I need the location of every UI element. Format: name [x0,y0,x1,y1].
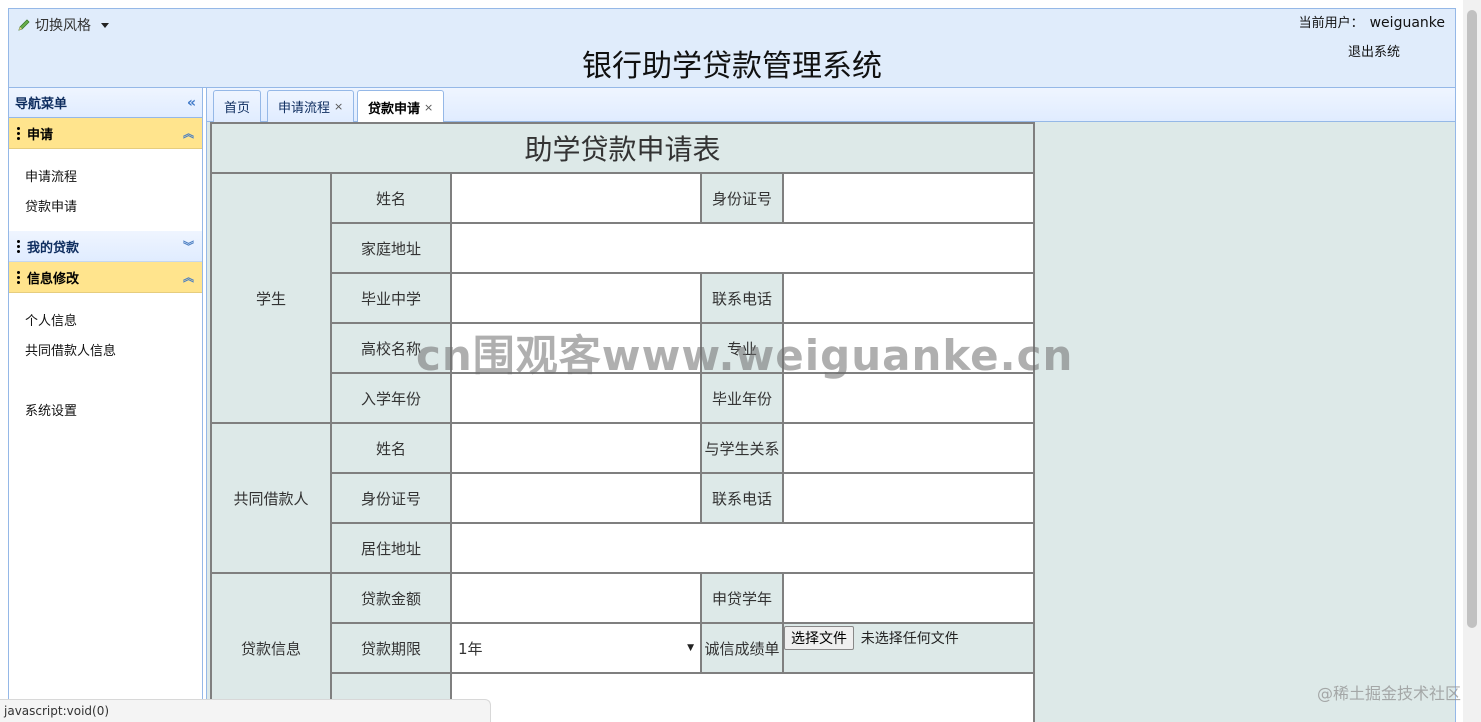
nav-header: 导航菜单 « [9,88,202,118]
tab-loan-apply[interactable]: 贷款申请 × [357,90,445,123]
expand-down-icon[interactable]: ︾ [183,238,194,254]
student-phone-input[interactable] [781,272,1036,324]
accordion-header-my-loans[interactable]: 我的贷款 ︾ [9,231,202,262]
group-label-co-borrower: 共同借款人 [210,422,332,574]
accordion-title: 申请 [27,127,54,143]
enroll-year-input[interactable] [450,372,702,424]
grad-year-input[interactable] [781,372,1036,424]
sidebar-item-system-settings[interactable]: 系统设置 [25,397,202,427]
college-input[interactable] [450,322,702,374]
major-input[interactable] [781,322,1036,374]
menu-dots-icon [17,126,21,140]
browser-status-bar: javascript:void(0) [0,699,491,722]
scrollbar-thumb[interactable] [1467,10,1477,628]
sidebar-item-co-borrower-info[interactable]: 共同借款人信息 [25,337,202,367]
close-icon[interactable]: × [334,100,343,113]
field-label: 申贷学年 [700,572,784,624]
home-address-input[interactable] [449,222,1036,274]
field-label: 贷款期限 [330,622,452,674]
field-label: 与学生关系 [700,422,784,474]
nav-title: 导航菜单 [15,97,68,112]
co-borrower-name-input[interactable] [450,422,702,474]
tab-bar: 首页 申请流程 × 贷款申请 × [207,88,1455,123]
field-label: 高校名称 [330,322,452,374]
sidebar: 导航菜单 « 申请 ︽ 申请流程 贷款申请 我的贷款 ︾ 信息修改 ︽ 个人信息… [8,88,203,722]
accordion-body-info-edit: 个人信息 共同借款人信息 系统设置 [9,293,202,435]
field-label: 专业 [700,322,784,374]
caret-down-icon [101,22,109,28]
file-status: 未选择任何文件 [860,631,959,647]
current-user-name: weiguanke [1369,15,1445,31]
corner-watermark: @稀土掘金技术社区 [1316,684,1461,703]
group-label-student: 学生 [210,172,332,424]
remarks-input[interactable] [449,672,1036,722]
loan-application-form: 助学贷款申请表 学生 姓名 身份证号 家庭地址 毕业中学 联系电话 高校名称 专… [209,122,1036,722]
loan-term-value: 1年 [458,639,483,658]
co-borrower-id-input[interactable] [450,472,702,524]
field-label: 联系电话 [700,272,784,324]
collapse-left-icon[interactable]: « [187,95,196,111]
main-content: 首页 申请流程 × 贷款申请 × 助学贷款申请表 学生 姓名 身份证号 家庭地址… [206,88,1456,722]
co-borrower-phone-input[interactable] [781,472,1036,524]
field-label: 家庭地址 [330,222,452,274]
collapse-up-icon[interactable]: ︽ [183,269,194,285]
close-icon[interactable]: × [424,101,433,114]
style-switch-menu[interactable]: 切换风格 [17,15,109,35]
field-label: 居住地址 [330,522,452,574]
tab-label: 贷款申请 [368,101,421,117]
accordion-header-apply[interactable]: 申请 ︽ [9,118,202,149]
tab-label: 申请流程 [278,101,331,116]
residence-input[interactable] [449,522,1036,574]
field-label: 身份证号 [700,172,784,224]
field-label: 毕业年份 [700,372,784,424]
field-label: 入学年份 [330,372,452,424]
field-label: 姓名 [330,172,452,224]
logout-link[interactable]: 退出系统 [1348,41,1400,60]
choose-file-button[interactable]: 选择文件 [784,626,854,650]
sidebar-item-loan-apply[interactable]: 贷款申请 [25,193,202,223]
field-label: 姓名 [330,422,452,474]
accordion-title: 我的贷款 [27,240,80,256]
tab-label: 首页 [224,101,251,116]
tab-apply-process[interactable]: 申请流程 × [267,90,355,122]
accordion-header-info-edit[interactable]: 信息修改 ︽ [9,262,202,293]
current-user-label: 当前用户： [1298,16,1364,31]
menu-dots-icon [17,239,21,253]
current-user: 当前用户： weiguanke [1299,12,1445,31]
loan-amount-input[interactable] [450,572,702,624]
pencil-icon [18,19,30,31]
field-label: 联系电话 [700,472,784,524]
field-label: 身份证号 [330,472,452,524]
form-area: 助学贷款申请表 学生 姓名 身份证号 家庭地址 毕业中学 联系电话 高校名称 专… [207,122,1455,722]
credit-report-upload: 选择文件 未选择任何文件 [781,622,1036,674]
loan-school-year-input[interactable] [781,572,1036,624]
page-scrollbar[interactable] [1463,0,1481,722]
relation-input[interactable] [781,422,1036,474]
tab-home[interactable]: 首页 [213,90,262,122]
sidebar-item-personal-info[interactable]: 个人信息 [25,307,202,337]
sidebar-item-apply-process[interactable]: 申请流程 [25,163,202,193]
student-id-input[interactable] [781,172,1036,224]
collapse-up-icon[interactable]: ︽ [183,125,194,141]
app-header: 切换风格 银行助学贷款管理系统 当前用户： weiguanke 退出系统 [8,8,1456,88]
accordion-body-apply: 申请流程 贷款申请 [9,149,202,231]
high-school-input[interactable] [450,272,702,324]
style-switch-label: 切换风格 [35,18,91,34]
menu-dots-icon [17,270,21,284]
app-title: 银行助学贷款管理系统 [582,49,882,84]
form-title: 助学贷款申请表 [209,122,1036,174]
accordion-title: 信息修改 [27,271,80,287]
loan-term-select[interactable]: 1年 ▼ [452,624,700,672]
field-label: 诚信成绩单 [700,622,784,674]
field-label: 贷款金额 [330,572,452,624]
student-name-input[interactable] [450,172,702,224]
field-label: 毕业中学 [330,272,452,324]
loan-term-cell: 1年 ▼ [450,622,702,674]
dropdown-arrow-icon: ▼ [687,643,694,653]
